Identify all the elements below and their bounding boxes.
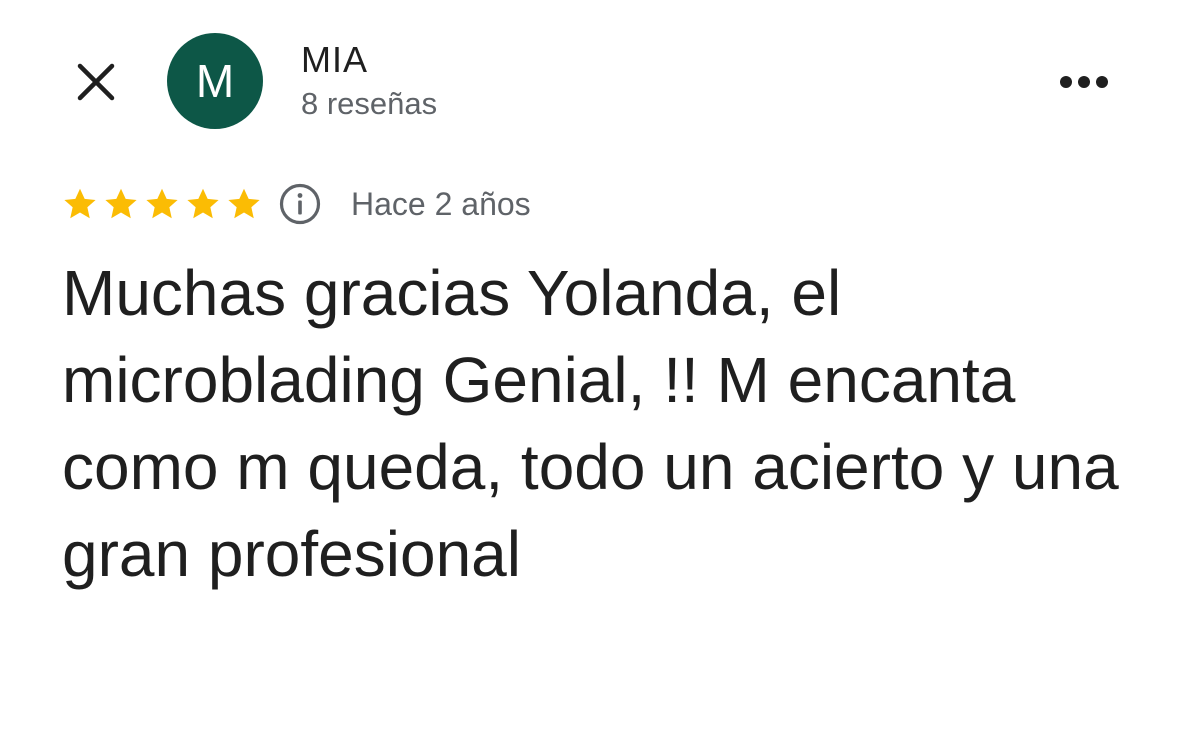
avatar[interactable]: M [167, 33, 263, 129]
close-icon [77, 63, 115, 101]
star-icon [228, 188, 260, 219]
review-card: M MIA 8 reseñas Hace 2 años Muchas graci… [0, 0, 1179, 746]
star-icon [64, 188, 96, 219]
avatar-initial: M [195, 55, 235, 107]
rating-row: Hace 2 años [62, 180, 531, 228]
author-review-count: 8 reseñas [301, 86, 438, 121]
author-info[interactable]: MIA 8 reseñas [301, 38, 437, 124]
review-text: Muchas gracias Yolanda, el microblading … [62, 257, 1119, 590]
review-date: Hace 2 años [351, 186, 531, 222]
author-name[interactable]: MIA [301, 38, 437, 82]
star-icon [146, 188, 178, 219]
star-icon [105, 188, 137, 219]
star-rating [62, 186, 267, 222]
more-horizontal-icon [1060, 76, 1108, 88]
close-button[interactable] [66, 52, 126, 112]
star-icon [187, 188, 219, 219]
more-options-button[interactable] [1052, 58, 1116, 106]
info-icon[interactable] [278, 182, 322, 226]
